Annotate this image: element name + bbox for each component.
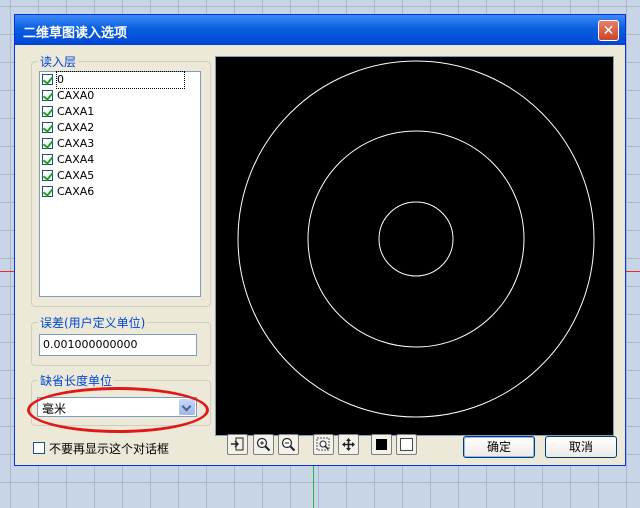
title-bar[interactable]: 二维草图读入选项 ✕ [15, 15, 625, 45]
import-button[interactable] [227, 434, 248, 455]
outer-circle [237, 60, 595, 418]
layer-name: CAXA5 [57, 169, 95, 182]
layer-item[interactable]: 0 [40, 71, 200, 89]
layer-name: 0 [56, 71, 185, 89]
white-background-button[interactable] [396, 434, 417, 455]
window-title: 二维草图读入选项 [23, 26, 128, 41]
layer-item[interactable]: CAXA5 [40, 168, 200, 184]
layer-checkbox[interactable] [42, 138, 53, 149]
layers-legend: 读入层 [40, 55, 77, 69]
black-bg-icon [376, 439, 387, 450]
layer-item[interactable]: CAXA6 [40, 184, 200, 200]
zoom-window-icon [316, 437, 330, 451]
preview-drawing [237, 60, 595, 418]
zoom-out-icon [281, 437, 296, 452]
layer-name: CAXA4 [57, 153, 95, 166]
layer-list[interactable]: 0 CAXA0 CAXA1 CAXA2 CAXA3 CAXA4 CAXA5 CA… [39, 71, 201, 297]
black-background-button[interactable] [371, 434, 392, 455]
layer-item[interactable]: CAXA0 [40, 88, 200, 104]
layer-checkbox[interactable] [42, 154, 53, 165]
layer-name: CAXA3 [57, 137, 95, 150]
layer-item[interactable]: CAXA2 [40, 120, 200, 136]
dont-show-label[interactable]: 不要再显示这个对话框 [49, 440, 169, 457]
layer-checkbox[interactable] [42, 122, 53, 133]
close-button[interactable]: ✕ [598, 20, 619, 41]
white-bg-icon [400, 438, 413, 451]
pan-button[interactable] [338, 434, 359, 455]
import-icon [231, 437, 244, 451]
ok-button[interactable]: 确定 [463, 436, 535, 458]
middle-circle [307, 130, 525, 348]
axis-marker-left [0, 271, 14, 272]
layer-checkbox[interactable] [42, 74, 53, 85]
layer-checkbox[interactable] [42, 90, 53, 101]
layer-item[interactable]: CAXA3 [40, 136, 200, 152]
layer-checkbox[interactable] [42, 106, 53, 117]
tolerance-legend: 误差(用户定义单位) [40, 316, 146, 330]
annotation-ellipse [27, 387, 209, 433]
import-options-dialog: 二维草图读入选项 ✕ 读入层 0 CAXA0 CAXA1 CAXA2 CAXA3… [14, 14, 626, 466]
zoom-in-icon [256, 437, 271, 452]
layer-checkbox[interactable] [42, 170, 53, 181]
layer-item[interactable]: CAXA4 [40, 152, 200, 168]
layer-checkbox[interactable] [42, 186, 53, 197]
preview-canvas[interactable] [215, 56, 614, 436]
inner-circle [378, 201, 454, 277]
dont-show-checkbox[interactable] [33, 442, 45, 454]
layer-name: CAXA6 [57, 185, 95, 198]
zoom-in-button[interactable] [253, 434, 274, 455]
zoom-out-button[interactable] [278, 434, 299, 455]
layer-name: CAXA2 [57, 121, 95, 134]
axis-marker-bottom [313, 466, 314, 508]
axis-marker-right [626, 271, 640, 272]
tolerance-input[interactable]: 0.001000000000 [39, 334, 197, 356]
pan-icon [342, 438, 355, 451]
cancel-button[interactable]: 取消 [545, 436, 617, 458]
layer-item[interactable]: CAXA1 [40, 104, 200, 120]
layer-name: CAXA0 [57, 89, 95, 102]
layer-name: CAXA1 [57, 105, 95, 118]
zoom-window-button[interactable] [313, 434, 334, 455]
